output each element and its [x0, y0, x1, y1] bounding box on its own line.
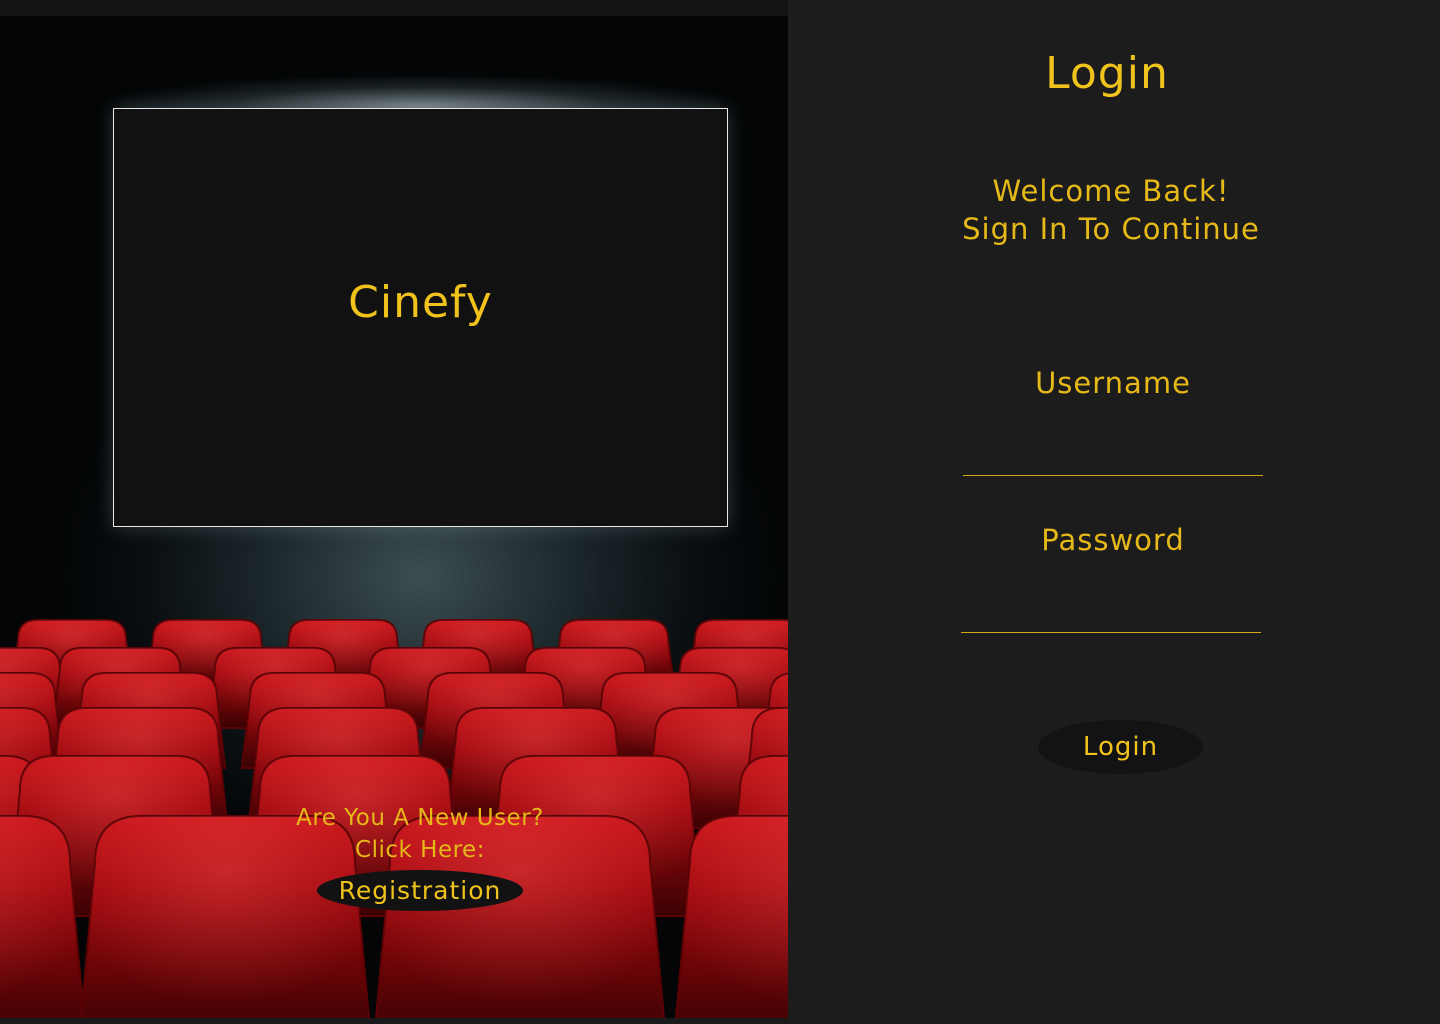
welcome-line2: Sign In To Continue — [962, 212, 1260, 246]
register-prompt-line2: Click Here: — [355, 837, 485, 863]
top-strip — [0, 0, 788, 16]
username-field[interactable] — [963, 443, 1263, 476]
registration-block: Are You A New User? Click Here: Registra… — [220, 802, 620, 911]
bottom-strip — [0, 1018, 788, 1024]
welcome-message: Welcome Back! Sign In To Continue — [788, 172, 1434, 248]
registration-button[interactable]: Registration — [316, 870, 524, 911]
register-prompt-line1: Are You A New User? — [296, 805, 544, 831]
password-label: Password — [1041, 523, 1185, 557]
login-button[interactable]: Login — [1038, 720, 1203, 774]
password-field[interactable] — [961, 600, 1261, 633]
cinema-hero-panel: Cinefy Are You A New User? Click Here: R… — [0, 16, 788, 1018]
login-panel: Login Welcome Back! Sign In To Continue … — [788, 0, 1440, 1024]
login-title: Login — [1045, 48, 1169, 99]
username-label: Username — [1035, 366, 1191, 400]
welcome-line1: Welcome Back! — [992, 174, 1230, 208]
